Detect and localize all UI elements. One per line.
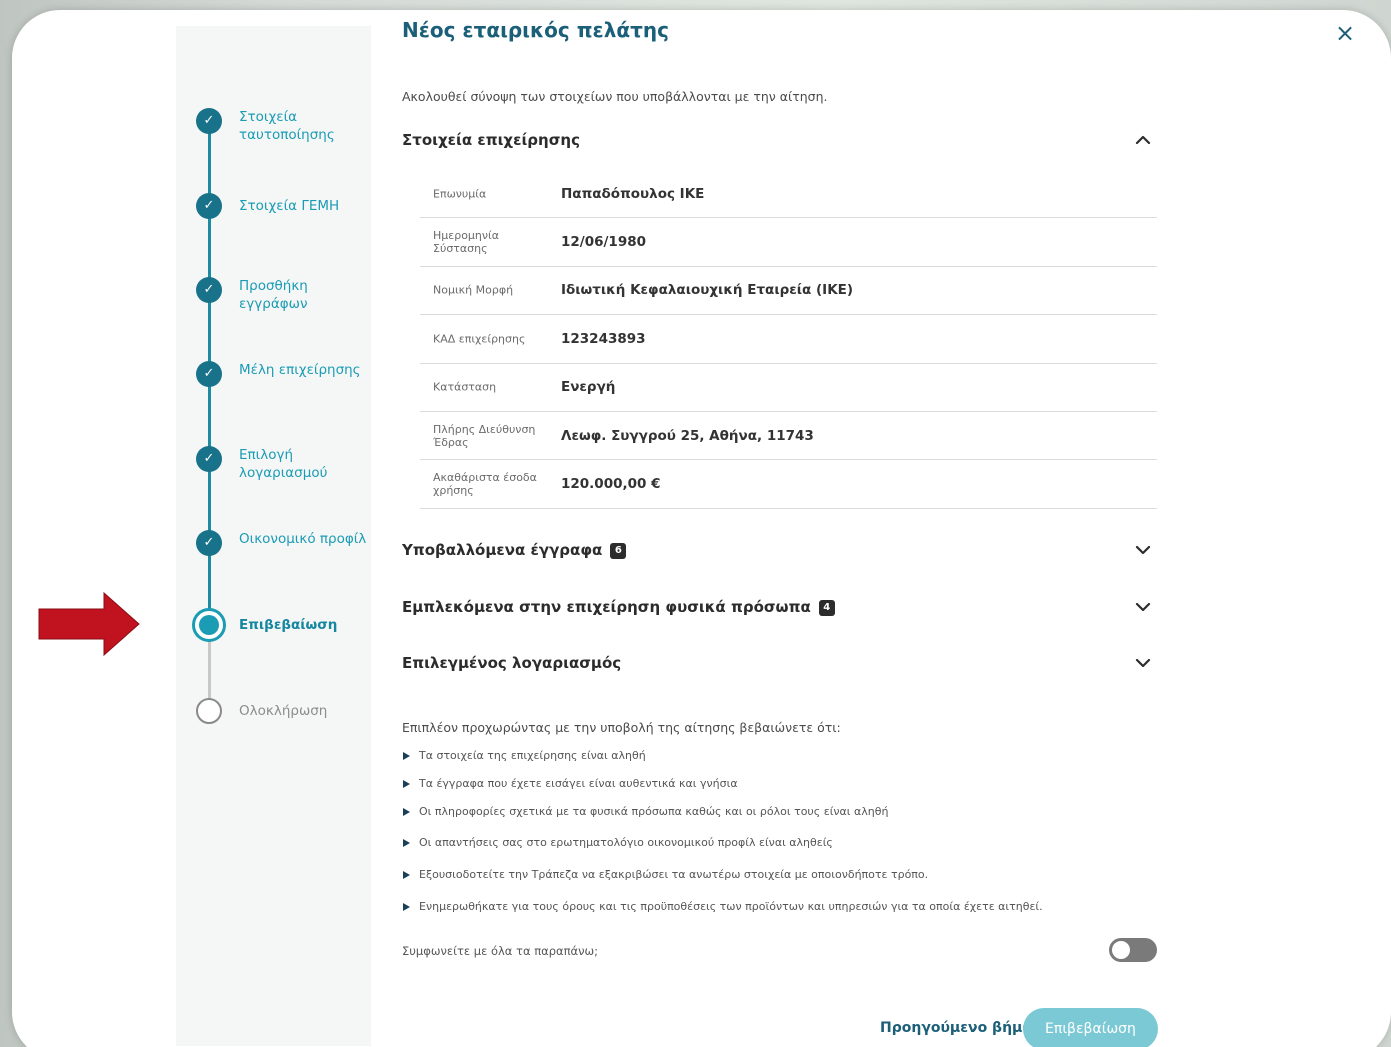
new-corporate-client-modal: × ✓ Στοιχεία ταυτοποίησης ✓ Στοιχεία ΓΕΜ… (12, 10, 1391, 1047)
documents-section-header[interactable]: Υποβαλλόμενα έγγραφα 6 (402, 536, 1157, 566)
detail-value: Παπαδόπουλος ΙΚΕ (561, 185, 705, 202)
toggle-knob (1112, 941, 1130, 959)
count-badge: 6 (610, 543, 627, 559)
summary-panel: Νέος εταιρικός πελάτης Ακολουθεί σύνοψη … (402, 10, 1162, 1047)
bullet-triangle-icon (403, 871, 410, 879)
step-label: Προσθήκη εγγράφων (239, 278, 308, 312)
check-icon: ✓ (196, 193, 222, 219)
confirmation-lead: Επιπλέον προχωρώντας με την υποβολή της … (402, 720, 841, 735)
business-details-table: Επωνυμία Παπαδόπουλος ΙΚΕ Ημερομηνία Σύσ… (420, 170, 1157, 509)
step-label: Επιλογή λογαριασμού (239, 447, 328, 481)
detail-row: Πλήρης Διεύθυνση Έδρας Λεωφ. Συγγρού 25,… (420, 412, 1157, 461)
list-item: Τα έγγραφα που έχετε εισάγει είναι αυθεν… (402, 777, 1162, 790)
step-label: Μέλη επιχείρησης (239, 362, 361, 378)
list-item: Ενημερωθήκατε για τους όρους και τις προ… (402, 900, 1162, 913)
previous-step-button[interactable]: Προηγούμενο βήμα (880, 1020, 1032, 1036)
section-title: Στοιχεία επιχείρησης (402, 131, 580, 149)
section-title-text: Υποβαλλόμενα έγγραφα (402, 541, 603, 559)
list-item-text: Εξουσιοδοτείτε την Τράπεζα να εξακριβώσε… (419, 868, 929, 881)
check-icon: ✓ (196, 277, 222, 303)
business-section-header[interactable]: Στοιχεία επιχείρησης (402, 126, 1157, 156)
bullet-triangle-icon (403, 780, 410, 788)
chevron-down-icon (1135, 658, 1151, 668)
chevron-down-icon (1135, 545, 1151, 555)
step-label: Ολοκλήρωση (239, 703, 328, 719)
chevron-down-icon (1135, 602, 1151, 612)
check-icon: ✓ (196, 361, 222, 387)
check-icon: ✓ (196, 446, 222, 472)
current-step-icon (192, 608, 226, 642)
step-label: Επιβεβαίωση (239, 617, 338, 633)
step-label: Οικονομικό προφίλ (239, 531, 367, 547)
list-item-text: Τα έγγραφα που έχετε εισάγει είναι αυθεν… (419, 777, 738, 790)
bullet-triangle-icon (403, 808, 410, 816)
detail-row: ΚΑΔ επιχείρησης 123243893 (420, 315, 1157, 364)
confirmation-list: Τα στοιχεία της επιχείρησης είναι αληθή … (402, 746, 1162, 913)
chevron-up-icon (1135, 135, 1151, 145)
section-title: Επιλεγμένος λογαριασμός (402, 654, 622, 672)
list-item-text: Οι πληροφορίες σχετικά με τα φυσικά πρόσ… (419, 805, 889, 818)
count-badge: 4 (818, 600, 835, 616)
confirm-button[interactable]: Επιβεβαίωση (1023, 1008, 1158, 1047)
agree-question: Συμφωνείτε με όλα τα παραπάνω; (402, 944, 599, 958)
check-icon: ✓ (196, 530, 222, 556)
bullet-triangle-icon (403, 839, 410, 847)
list-item: Τα στοιχεία της επιχείρησης είναι αληθή (402, 749, 1162, 762)
progress-stepper: ✓ Στοιχεία ταυτοποίησης ✓ Στοιχεία ΓΕΜΗ … (176, 26, 371, 1046)
detail-key: Επωνυμία (433, 187, 487, 201)
detail-value: Ενεργή (561, 379, 616, 396)
detail-row: Κατάσταση Ενεργή (420, 364, 1157, 412)
pending-step-icon (196, 698, 222, 724)
detail-key: ΚΑΔ επιχείρησης (433, 332, 526, 346)
intro-text: Ακολουθεί σύνοψη των στοιχείων που υποβά… (402, 89, 828, 104)
list-item-text: Ενημερωθήκατε για τους όρους και τις προ… (419, 900, 1043, 913)
step-label: Στοιχεία ταυτοποίησης (239, 109, 335, 143)
detail-row: Επωνυμία Παπαδόπουλος ΙΚΕ (420, 170, 1157, 219)
bullet-triangle-icon (403, 752, 410, 760)
detail-value: Λεωφ. Συγγρού 25, Αθήνα, 11743 (561, 427, 814, 444)
detail-value: 123243893 (561, 330, 646, 347)
account-section-header[interactable]: Επιλεγμένος λογαριασμός (402, 649, 1157, 679)
list-item: Εξουσιοδοτείτε την Τράπεζα να εξακριβώσε… (402, 868, 1162, 881)
detail-value: 120.000,00 € (561, 476, 661, 493)
section-title: Υποβαλλόμενα έγγραφα 6 (402, 541, 627, 559)
section-title: Εμπλεκόμενα στην επιχείρηση φυσικά πρόσω… (402, 598, 835, 616)
detail-key: Ακαθάριστα έσοδα χρήσης (433, 471, 537, 498)
persons-section-header[interactable]: Εμπλεκόμενα στην επιχείρηση φυσικά πρόσω… (402, 593, 1157, 623)
close-button[interactable]: × (1330, 18, 1360, 48)
list-item: Οι απαντήσεις σας στο ερωτηματολόγιο οικ… (402, 836, 1162, 849)
detail-value: 12/06/1980 (561, 234, 647, 251)
detail-key: Πλήρης Διεύθυνση Έδρας (433, 422, 536, 449)
check-icon: ✓ (196, 108, 222, 134)
page-title: Νέος εταιρικός πελάτης (402, 18, 669, 42)
bullet-triangle-icon (403, 903, 410, 911)
agree-toggle[interactable] (1109, 938, 1157, 962)
detail-key: Ημερομηνία Σύστασης (433, 229, 500, 256)
detail-key: Κατάσταση (433, 380, 497, 394)
step-label: Στοιχεία ΓΕΜΗ (239, 198, 340, 214)
detail-row: Ημερομηνία Σύστασης 12/06/1980 (420, 218, 1157, 267)
list-item-text: Οι απαντήσεις σας στο ερωτηματολόγιο οικ… (419, 836, 833, 849)
list-item-text: Τα στοιχεία της επιχείρησης είναι αληθή (419, 749, 646, 762)
red-arrow-icon (38, 592, 140, 656)
detail-key: Νομική Μορφή (433, 283, 514, 297)
detail-row: Νομική Μορφή Ιδιωτική Κεφαλαιουχική Εται… (420, 267, 1157, 316)
detail-value: Ιδιωτική Κεφαλαιουχική Εταιρεία (ΙΚΕ) (561, 282, 854, 299)
section-title-text: Εμπλεκόμενα στην επιχείρηση φυσικά πρόσω… (402, 598, 811, 616)
detail-row: Ακαθάριστα έσοδα χρήσης 120.000,00 € (420, 460, 1157, 509)
list-item: Οι πληροφορίες σχετικά με τα φυσικά πρόσ… (402, 805, 1162, 818)
